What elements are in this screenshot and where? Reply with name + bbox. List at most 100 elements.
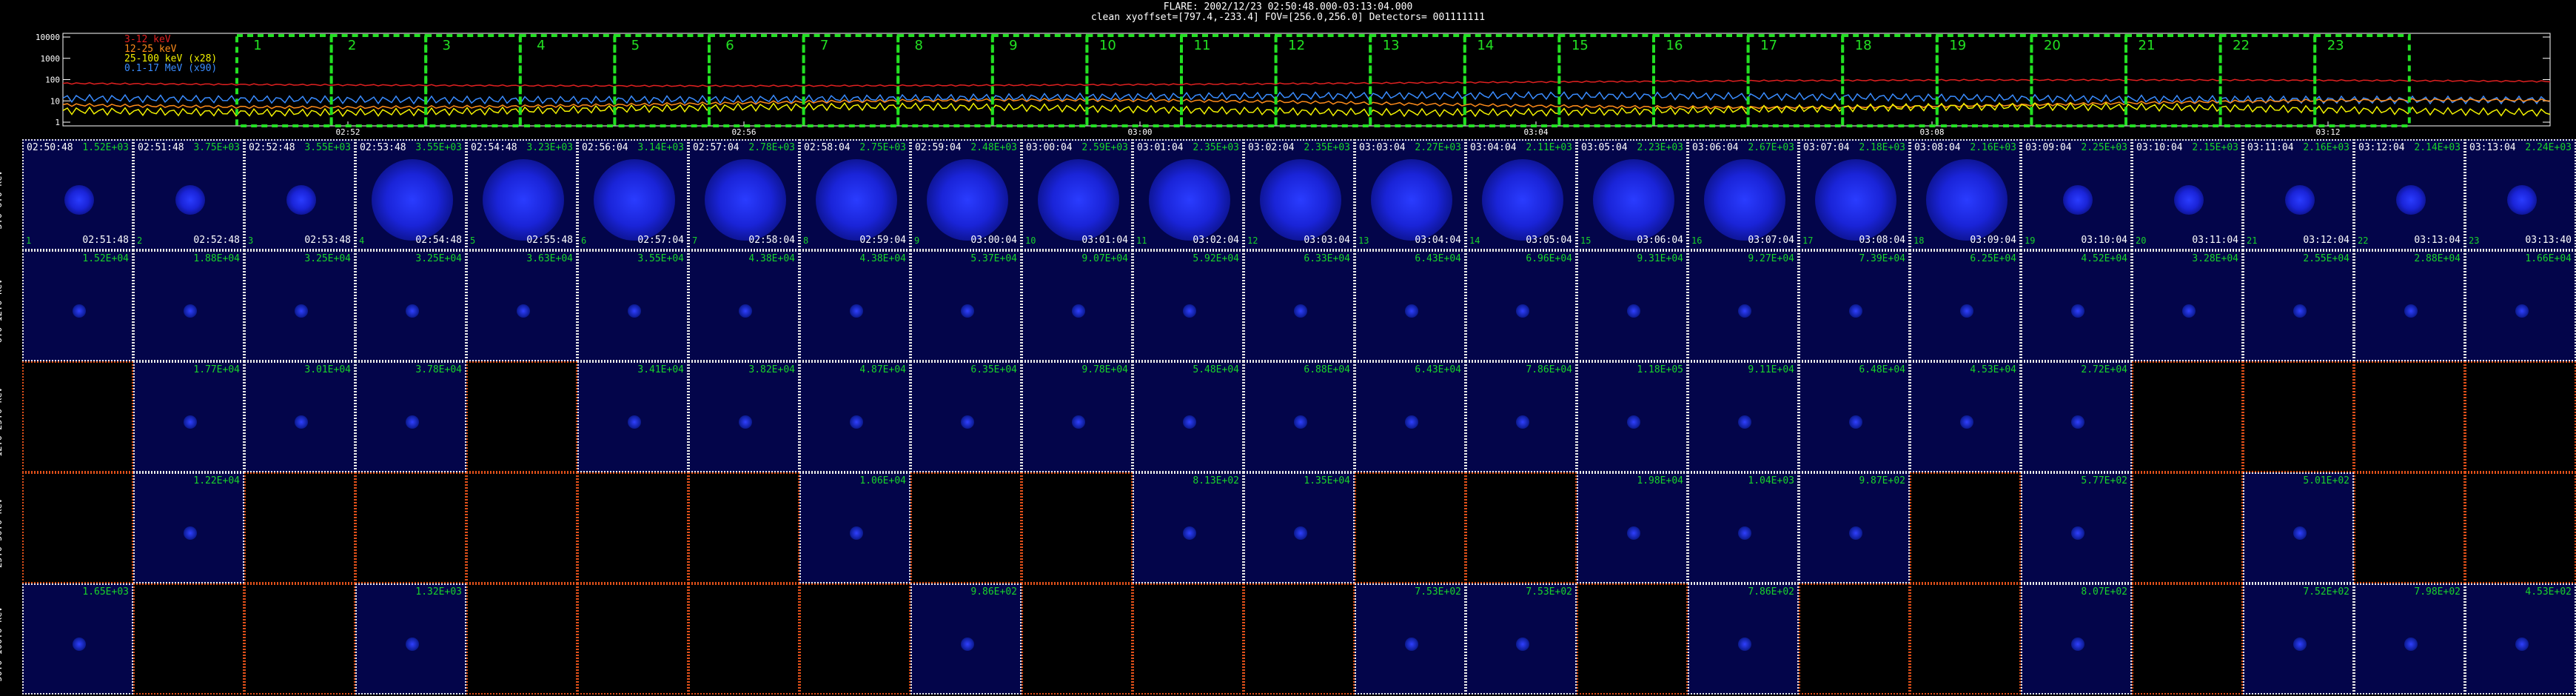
image-tile[interactable] [1022, 583, 1133, 695]
image-tile[interactable] [1466, 472, 1577, 583]
image-tile[interactable]: 2.35E+03 03:01:04 03:02:04 11 [1133, 139, 1244, 250]
image-tile[interactable] [466, 583, 577, 695]
image-tile[interactable]: 4.53E+02 [2465, 583, 2576, 695]
image-tile[interactable]: 2.72E+04 [2021, 361, 2132, 472]
image-tile[interactable]: 1.77E+04 [133, 361, 244, 472]
image-tile[interactable]: 4.38E+04 [799, 250, 910, 361]
image-tile[interactable]: 2.27E+03 03:03:04 03:04:04 13 [1355, 139, 1466, 250]
image-tile[interactable]: 5.92E+04 [1133, 250, 1244, 361]
image-tile[interactable]: 2.78E+03 02:57:04 02:58:04 7 [688, 139, 799, 250]
image-tile[interactable]: 4.38E+04 [688, 250, 799, 361]
image-tile[interactable]: 3.82E+04 [688, 361, 799, 472]
image-tile[interactable]: 6.96E+04 [1466, 250, 1577, 361]
image-tile[interactable]: 1.32E+03 [355, 583, 466, 695]
image-tile[interactable]: 2.88E+04 [2354, 250, 2465, 361]
image-tile[interactable] [799, 583, 910, 695]
image-tile[interactable]: 9.86E+02 [910, 583, 1022, 695]
image-tile[interactable] [244, 472, 355, 583]
image-tile[interactable]: 5.01E+02 [2243, 472, 2354, 583]
image-tile[interactable]: 2.18E+03 03:07:04 03:08:04 17 [1799, 139, 1910, 250]
image-tile[interactable]: 7.86E+02 [1688, 583, 1799, 695]
image-tile[interactable]: 3.25E+04 [244, 250, 355, 361]
image-tile[interactable]: 5.37E+04 [910, 250, 1022, 361]
image-tile[interactable]: 4.52E+04 [2021, 250, 2132, 361]
image-tile[interactable]: 2.11E+03 03:04:04 03:05:04 14 [1466, 139, 1577, 250]
image-tile[interactable]: 3.78E+04 [355, 361, 466, 472]
image-tile[interactable]: 1.22E+04 [133, 472, 244, 583]
image-tile[interactable] [688, 583, 799, 695]
image-tile[interactable]: 6.25E+04 [1910, 250, 2021, 361]
image-tile[interactable]: 2.25E+03 03:09:04 03:10:04 19 [2021, 139, 2132, 250]
image-tile[interactable]: 2.24E+03 03:13:04 03:13:40 23 [2465, 139, 2576, 250]
image-tile[interactable]: 3.55E+03 02:53:48 02:54:48 4 [355, 139, 466, 250]
image-tile[interactable] [577, 583, 688, 695]
image-tile[interactable]: 7.53E+02 [1355, 583, 1466, 695]
image-tile[interactable]: 6.48E+04 [1799, 361, 1910, 472]
image-tile[interactable]: 3.28E+04 [2132, 250, 2243, 361]
image-tile[interactable] [22, 361, 133, 472]
image-tile[interactable]: 1.88E+04 [133, 250, 244, 361]
image-tile[interactable]: 1.98E+04 [1577, 472, 1688, 583]
image-tile[interactable]: 1.52E+04 [22, 250, 133, 361]
image-tile[interactable]: 2.59E+03 03:00:04 03:01:04 10 [1022, 139, 1133, 250]
image-tile[interactable]: 2.16E+03 03:08:04 03:09:04 18 [1910, 139, 2021, 250]
image-tile[interactable]: 7.39E+04 [1799, 250, 1910, 361]
image-tile[interactable]: 3.23E+03 02:54:48 02:55:48 5 [466, 139, 577, 250]
image-tile[interactable]: 1.66E+04 [2465, 250, 2576, 361]
image-tile[interactable]: 8.07E+02 [2021, 583, 2132, 695]
image-tile[interactable]: 3.63E+04 [466, 250, 577, 361]
image-tile[interactable]: 2.16E+03 03:11:04 03:12:04 21 [2243, 139, 2354, 250]
image-tile[interactable] [577, 472, 688, 583]
image-tile[interactable]: 4.87E+04 [799, 361, 910, 472]
image-tile[interactable]: 5.77E+02 [2021, 472, 2132, 583]
image-tile[interactable]: 3.01E+04 [244, 361, 355, 472]
image-tile[interactable] [2465, 472, 2576, 583]
image-tile[interactable]: 1.52E+03 02:50:48 02:51:48 1 [22, 139, 133, 250]
image-tile[interactable]: 3.55E+03 02:52:48 02:53:48 3 [244, 139, 355, 250]
image-tile[interactable] [133, 583, 244, 695]
image-tile[interactable] [1355, 472, 1466, 583]
image-tile[interactable]: 2.35E+03 03:02:04 03:03:04 12 [1244, 139, 1355, 250]
image-tile[interactable]: 2.15E+03 03:10:04 03:11:04 20 [2132, 139, 2243, 250]
image-tile[interactable]: 1.04E+03 [1688, 472, 1799, 583]
image-tile[interactable] [2132, 472, 2243, 583]
image-tile[interactable]: 6.88E+04 [1244, 361, 1355, 472]
image-tile[interactable]: 6.43E+04 [1355, 250, 1466, 361]
image-tile[interactable] [910, 472, 1022, 583]
image-tile[interactable]: 3.25E+04 [355, 250, 466, 361]
image-tile[interactable] [1022, 472, 1133, 583]
image-tile[interactable]: 6.35E+04 [910, 361, 1022, 472]
image-tile[interactable]: 7.86E+04 [1466, 361, 1577, 472]
image-tile[interactable] [2132, 361, 2243, 472]
image-tile[interactable] [22, 472, 133, 583]
image-tile[interactable] [244, 583, 355, 695]
image-tile[interactable]: 6.43E+04 [1355, 361, 1466, 472]
image-tile[interactable]: 1.18E+05 [1577, 361, 1688, 472]
image-tile[interactable] [466, 361, 577, 472]
image-tile[interactable]: 1.65E+03 [22, 583, 133, 695]
image-tile[interactable]: 8.13E+02 [1133, 472, 1244, 583]
image-tile[interactable]: 3.75E+03 02:51:48 02:52:48 2 [133, 139, 244, 250]
image-tile[interactable]: 2.55E+04 [2243, 250, 2354, 361]
image-tile[interactable]: 3.14E+03 02:56:04 02:57:04 6 [577, 139, 688, 250]
image-tile[interactable]: 3.41E+04 [577, 361, 688, 472]
image-tile[interactable]: 2.48E+03 02:59:04 03:00:04 9 [910, 139, 1022, 250]
image-tile[interactable]: 2.67E+03 03:06:04 03:07:04 16 [1688, 139, 1799, 250]
image-tile[interactable]: 5.48E+04 [1133, 361, 1244, 472]
image-tile[interactable]: 9.78E+04 [1022, 361, 1133, 472]
image-tile[interactable] [2354, 361, 2465, 472]
image-tile[interactable] [1910, 472, 2021, 583]
image-tile[interactable]: 9.27E+04 [1688, 250, 1799, 361]
image-tile[interactable]: 9.87E+02 [1799, 472, 1910, 583]
image-tile[interactable] [1133, 583, 1244, 695]
image-tile[interactable]: 9.31E+04 [1577, 250, 1688, 361]
image-tile[interactable]: 6.33E+04 [1244, 250, 1355, 361]
image-tile[interactable] [1577, 583, 1688, 695]
image-tile[interactable] [1799, 583, 1910, 695]
image-tile[interactable] [355, 472, 466, 583]
image-tile[interactable]: 7.53E+02 [1466, 583, 1577, 695]
image-tile[interactable]: 9.11E+04 [1688, 361, 1799, 472]
image-tile[interactable]: 7.98E+02 [2354, 583, 2465, 695]
image-tile[interactable]: 3.55E+04 [577, 250, 688, 361]
image-tile[interactable]: 9.07E+04 [1022, 250, 1133, 361]
